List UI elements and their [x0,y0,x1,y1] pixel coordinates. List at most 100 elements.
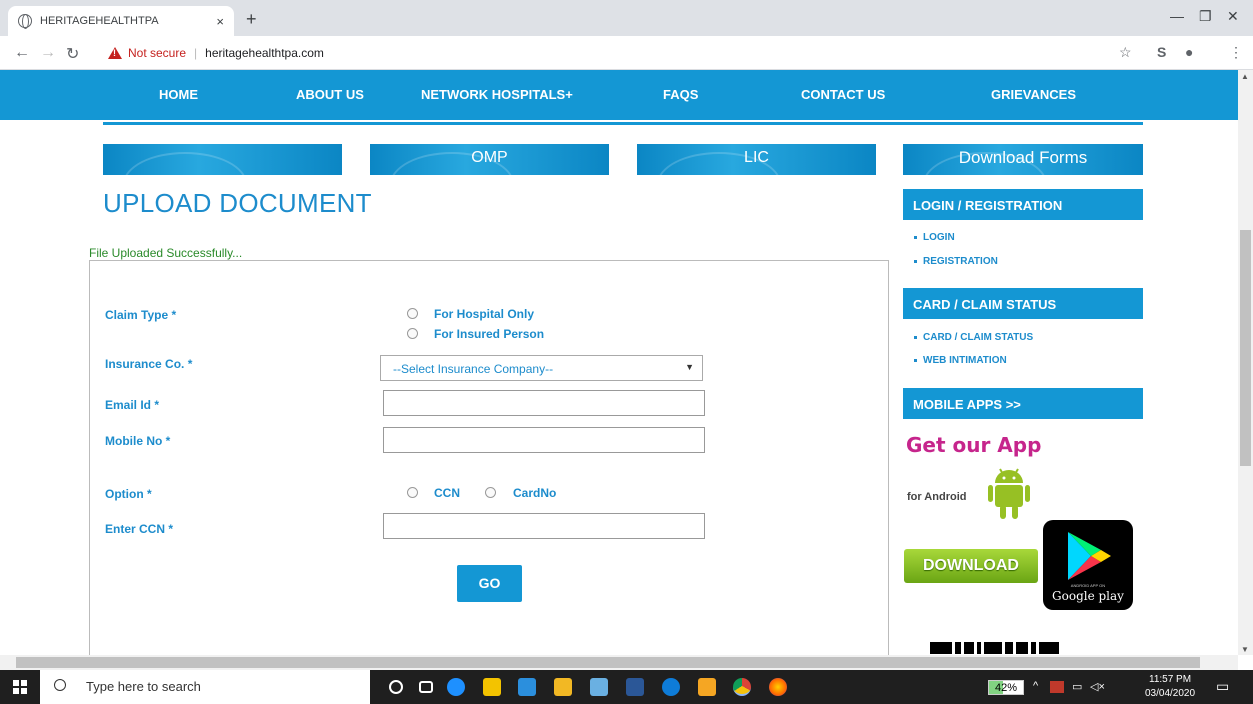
radio-cardno[interactable] [485,487,496,498]
back-icon[interactable]: ← [14,44,30,62]
qr-code [930,642,1102,655]
nav-contact-us[interactable]: CONTACT US [801,87,885,102]
google-play-badge[interactable]: ANDROID APP ON Google play [1043,520,1133,610]
clock-time: 11:57 PM [1149,674,1192,685]
nav-network-hospitals[interactable]: NETWORK HOSPITALS+ [421,87,573,102]
search-icon [54,679,66,691]
network-icon[interactable]: ▭ [1072,680,1082,693]
not-secure-label[interactable]: Not secure [128,46,186,60]
radio-cardno-label[interactable]: CardNo [513,486,556,500]
taskbar-search-box[interactable]: Type here to search [40,670,370,704]
word-icon[interactable] [626,678,644,696]
login-link[interactable]: LOGIN [914,232,955,243]
insurance-company-select[interactable]: --Select Insurance Company-- ▼ [380,355,703,381]
email-field[interactable] [383,390,705,416]
radio-insured-person[interactable] [407,328,418,339]
address-bar: ← → ↻ Not secure | heritagehealthtpa.com… [0,36,1253,70]
radio-ccn-label[interactable]: CCN [434,486,460,500]
tray-app-icon[interactable] [1050,681,1064,693]
google-play-icon [1068,532,1111,580]
card-claim-status-heading: CARD / CLAIM STATUS [903,288,1143,319]
registration-link[interactable]: REGISTRATION [914,256,998,267]
main-navigation: HOME ABOUT US NETWORK HOSPITALS+ FAQS CO… [0,70,1238,120]
app-icon[interactable] [698,678,716,696]
nav-faqs[interactable]: FAQS [663,87,698,102]
firefox-icon[interactable] [769,678,787,696]
mail-icon[interactable] [518,678,536,696]
radio-hospital-only[interactable] [407,308,418,319]
tab-title: HERITAGEHEALTHTPA [40,15,159,27]
scroll-down-icon[interactable]: ▼ [1241,645,1249,654]
go-button[interactable]: GO [457,565,522,602]
task-view-icon[interactable] [419,681,433,693]
nav-grievances[interactable]: GRIEVANCES [991,87,1076,102]
radio-ccn[interactable] [407,487,418,498]
download-button[interactable]: DOWNLOAD [904,549,1038,583]
nav-home[interactable]: HOME [159,87,198,102]
enter-ccn-label: Enter CCN * [105,522,174,536]
notifications-icon[interactable]: ▭ [1216,678,1229,695]
tab-close-icon[interactable]: × [216,14,224,29]
show-hidden-icons-icon[interactable]: ^ [1033,680,1038,692]
dropdown-arrow-icon: ▼ [685,362,694,372]
battery-indicator[interactable]: 42% [988,680,1024,695]
horizontal-scroll-thumb[interactable] [16,657,1200,668]
warning-icon [108,47,122,59]
insurance-selected-value: --Select Insurance Company-- [393,362,554,376]
reload-icon[interactable]: ↻ [66,44,79,64]
file-explorer-icon[interactable] [554,678,572,696]
url-text[interactable]: heritagehealthtpa.com [205,46,324,60]
banner-omp[interactable]: OMP [370,144,609,175]
cortana-icon[interactable] [389,680,403,694]
restore-icon[interactable]: ❐ [1199,8,1212,25]
mobile-apps-heading[interactable]: MOBILE APPS >> [903,388,1143,419]
android-icon [988,468,1030,519]
radio-insured-person-label[interactable]: For Insured Person [434,327,544,341]
store-icon[interactable] [483,678,501,696]
teamviewer-icon[interactable] [662,678,680,696]
radio-hospital-only-label[interactable]: For Hospital Only [434,307,534,321]
windows-start-icon[interactable] [13,680,27,694]
get-our-app-text: Get our App [906,433,1042,457]
ccn-field[interactable] [383,513,705,539]
chrome-icon[interactable] [733,678,751,696]
scroll-up-icon[interactable]: ▲ [1241,72,1249,81]
google-play-text: Google play [1052,589,1124,603]
for-android-text: for Android [907,491,967,503]
new-tab-button[interactable]: + [246,9,257,30]
banner-download-forms[interactable]: Download Forms [903,144,1143,175]
insurance-label: Insurance Co. * [105,357,193,371]
volume-icon[interactable]: ◁× [1090,680,1105,693]
taskbar-search-placeholder: Type here to search [86,679,201,694]
login-registration-heading: LOGIN / REGISTRATION [903,189,1143,220]
browser-tab-bar: HERITAGEHEALTHTPA × + — ❐ ✕ [0,0,1253,36]
snipping-tool-icon[interactable] [590,678,608,696]
bookmark-star-icon[interactable]: ☆ [1119,44,1132,61]
forward-icon[interactable]: → [40,44,56,62]
menu-icon[interactable]: ⋮ [1229,44,1243,61]
option-label: Option * [105,487,152,501]
globe-icon [18,14,32,29]
vertical-scrollbar[interactable]: ▲ ▼ [1238,70,1253,655]
browser-tab[interactable]: HERITAGEHEALTHTPA × [8,6,234,36]
skype-extension-icon[interactable]: S [1157,44,1166,60]
minimize-icon[interactable]: — [1170,8,1184,24]
profile-icon[interactable]: ● [1185,44,1193,60]
divider: | [194,46,198,60]
web-intimation-link[interactable]: WEB INTIMATION [914,355,1007,366]
banner-lic[interactable]: LIC [637,144,876,175]
google-play-small-text: ANDROID APP ON [1070,583,1106,588]
close-window-icon[interactable]: ✕ [1227,8,1239,25]
vertical-scroll-thumb[interactable] [1240,230,1251,466]
claim-type-label: Claim Type * [105,308,177,322]
nav-about-us[interactable]: ABOUT US [296,87,364,102]
windows-taskbar: Type here to search 42% ^ ▭ ◁× 11:57 PM … [0,670,1253,704]
clock-date: 03/04/2020 [1145,688,1196,699]
banner-blank[interactable] [103,144,342,175]
omnibox[interactable]: Not secure | heritagehealthtpa.com [108,41,1148,65]
horizontal-scrollbar[interactable] [0,655,1238,670]
mobile-field[interactable] [383,427,705,453]
edge-icon[interactable] [447,678,465,696]
card-claim-status-link[interactable]: CARD / CLAIM STATUS [914,332,1033,343]
taskbar-clock[interactable]: 11:57 PM 03/04/2020 [1145,673,1195,701]
